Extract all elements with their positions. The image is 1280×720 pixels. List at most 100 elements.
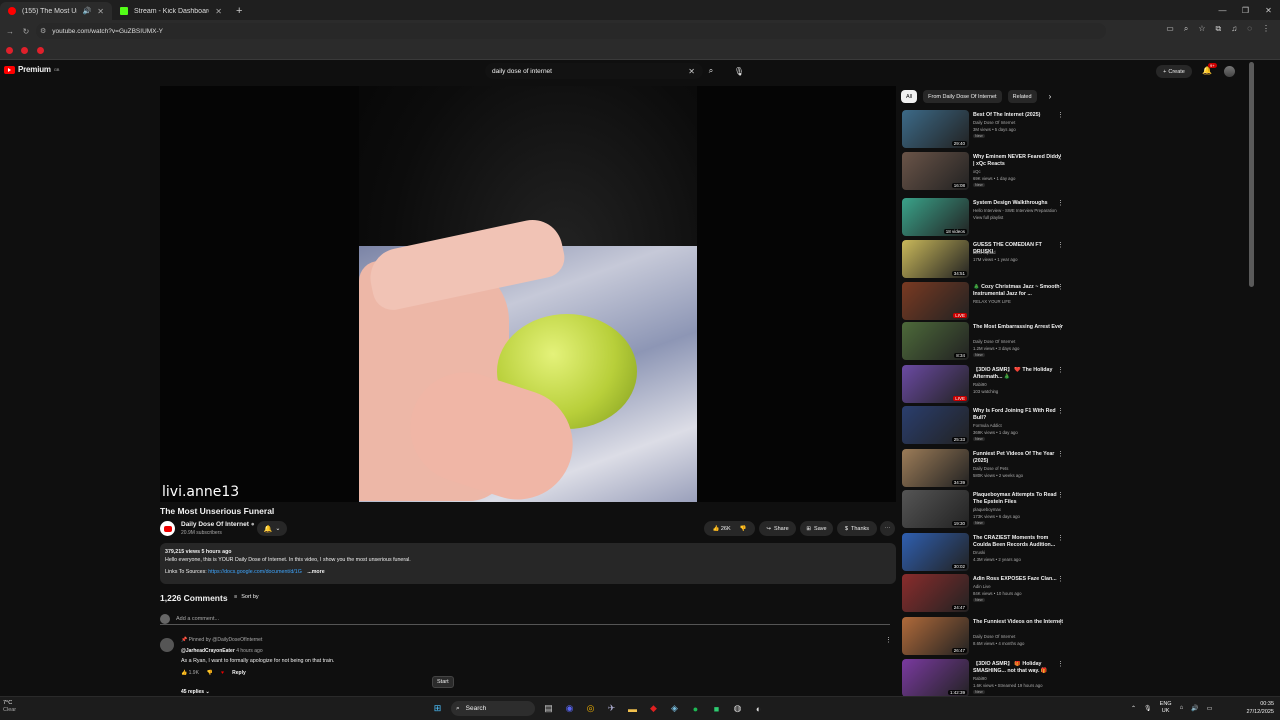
recommendation-item[interactable]: 34:39 Funniest Pet Videos Of The Year (20… [902,449,1068,489]
recommendation-menu-icon[interactable]: ⋮ [1057,241,1064,249]
profile-icon[interactable]: ◌ [1247,24,1252,34]
recommendation-menu-icon[interactable]: ⋮ [1057,618,1064,626]
new-tab-button[interactable]: + [230,2,248,20]
url-field[interactable]: ⚙ youtube.com/watch?v=GuZBSIUMX-Y [36,23,1106,39]
network-icon[interactable]: ⌂ [1180,705,1184,711]
account-avatar[interactable] [1224,66,1235,77]
like-button[interactable]: 👍 26K [712,526,730,532]
video-thumbnail[interactable]: 16:08 [902,152,969,190]
sources-link[interactable]: https://docs.google.com/document/d/1G [208,569,302,575]
recommendation-item[interactable]: 30:02 The CRAZIEST Moments from Coulda Be… [902,533,1068,573]
discord-icon[interactable]: ◉ [562,701,577,716]
subscribed-bell-button[interactable]: 🔔 ⌄ [257,521,287,536]
add-comment-field[interactable]: Add a comment... [160,613,890,625]
recommendation-menu-icon[interactable]: ⋮ [1057,153,1064,161]
clear-search-icon[interactable]: ✕ [688,67,695,76]
thanks-button[interactable]: $ Thanks [837,521,877,536]
recommendation-menu-icon[interactable]: ⋮ [1057,366,1064,374]
bookmark-youtube-icon[interactable] [37,47,44,54]
recommendation-menu-icon[interactable]: ⋮ [1057,491,1064,499]
zoom-icon[interactable]: ⌕ [1184,24,1188,34]
comment-menu-icon[interactable]: ⋮ [885,636,892,644]
recommendation-item[interactable]: 18 videos System Design Walkthroughs Hello… [902,198,1068,238]
scrollbar-thumb[interactable] [1249,62,1254,287]
recommendation-item[interactable]: 19:30 Plaqueboymax Attempts To Read The E… [902,490,1068,530]
video-thumbnail[interactable]: 1:42:39 [902,659,969,697]
recommendation-item[interactable]: 29:40 Best Of The Internet (2025) Daily Do… [902,110,1068,150]
audio-icon[interactable]: 🔊 [83,7,92,15]
recommendation-item[interactable]: 16:08 Why Eminem NEVER Feared Diddy | xQc… [902,152,1068,192]
close-tab-icon[interactable]: ✕ [97,7,104,16]
recommendation-menu-icon[interactable]: ⋮ [1057,283,1064,291]
video-thumbnail[interactable]: 26:47 [902,617,969,655]
video-thumbnail[interactable]: 25:33 [902,406,969,444]
recommendation-menu-icon[interactable]: ⋮ [1057,450,1064,458]
close-tab-icon[interactable]: ✕ [215,7,222,16]
chevron-right-icon[interactable]: › [1049,92,1052,101]
app-icon[interactable]: ◐ [751,701,766,716]
chevron-up-icon[interactable]: ⌃ [1131,705,1136,712]
recommendation-item[interactable]: 24:47 Adin Ross EXPOSES Faze Clan... Adin … [902,574,1068,614]
recommendation-item[interactable]: 26:47 The Funniest Videos on the Internet… [902,617,1068,657]
commenter-avatar[interactable] [160,638,174,652]
game-icon[interactable]: ■ [709,701,724,716]
description-box[interactable]: 379,215 views 5 hours ago Hello everyone… [160,543,896,584]
dislike-button[interactable]: 👎 [740,526,747,532]
media-icon[interactable]: ♫ [1231,24,1237,34]
video-player[interactable]: livi.anne13 [160,86,896,502]
microphone-icon[interactable]: 🎙 [731,63,747,79]
search-icon[interactable]: ⌕ [703,63,719,79]
chip-all[interactable]: All [901,90,918,103]
taskbar-search[interactable]: ⌕ Search [451,701,535,716]
comment-dislike-button[interactable]: 👎 [207,670,213,676]
microphone-icon[interactable]: 🎙 [1144,705,1152,712]
comment-author[interactable]: @JarheadCrayonEater 4 hours ago [181,648,263,654]
video-thumbnail[interactable]: 8:34 [902,322,969,360]
app-icon[interactable]: ◈ [667,701,682,716]
share-button[interactable]: ↪ Share [759,521,796,536]
view-replies-button[interactable]: 45 replies ⌄ [181,689,210,695]
reply-button[interactable]: Reply [232,670,246,676]
browser-tab-kick[interactable]: Stream - Kick Dashboard ✕ [112,2,230,20]
chrome-icon[interactable]: ◎ [583,701,598,716]
battery-icon[interactable]: ▭ [1207,705,1213,712]
forward-icon[interactable]: → [4,27,16,36]
video-thumbnail[interactable]: 19:30 [902,490,969,528]
video-thumbnail[interactable]: 29:40 [902,110,969,148]
bookmark-star-icon[interactable]: ☆ [1198,24,1205,34]
channel-avatar[interactable] [160,521,175,536]
bookmark-youtube-icon[interactable] [6,47,13,54]
recommendation-item[interactable]: 25:33 Why Is Ford Joining F1 With Red Bul… [902,406,1068,446]
weather-widget[interactable]: 7°C Clear [3,700,16,714]
sort-comments-button[interactable]: ≡ Sort by [234,594,259,600]
extensions-icon[interactable]: ⧉ [1216,24,1222,34]
recommendation-menu-icon[interactable]: ⋮ [1057,534,1064,542]
save-button[interactable]: ⊞ Save [800,521,833,536]
page-scrollbar[interactable] [1249,62,1254,687]
restore-icon[interactable]: ❐ [1234,0,1257,20]
steam-icon[interactable]: ✈ [604,701,619,716]
channel-name[interactable]: Daily Dose Of Internet ● [181,521,255,528]
create-button[interactable]: + Create [1156,65,1192,78]
chip-related[interactable]: Related [1007,90,1037,103]
recommendation-menu-icon[interactable]: ⋮ [1057,199,1064,207]
reload-icon[interactable]: ↻ [20,27,32,36]
bookmark-youtube-icon[interactable] [21,47,28,54]
video-thumbnail[interactable]: 18 videos [902,198,969,236]
obs-icon[interactable]: ◍ [730,701,745,716]
recommendation-menu-icon[interactable]: ⋮ [1057,111,1064,119]
language-indicator[interactable]: ENG UK [1160,701,1172,715]
video-thumbnail[interactable]: LIVE [902,282,969,320]
search-input[interactable]: daily dose of internet ✕ [485,63,703,79]
video-thumbnail[interactable]: 30:02 [902,533,969,571]
menu-icon[interactable]: ⋮ [1262,24,1270,34]
video-thumbnail[interactable]: 34:39 [902,449,969,487]
recommendation-item[interactable]: LIVE 【3DIO ASMR】 ❤️ The Holiday Aftermath… [902,365,1068,405]
site-info-icon[interactable]: ⚙ [40,27,46,35]
video-thumbnail[interactable]: LIVE [902,365,969,403]
browser-tab-youtube[interactable]: (155) The Most Unserious F 🔊 ✕ [0,2,112,20]
clock[interactable]: 00:35 27/12/2025 [1246,700,1274,716]
comment-like-button[interactable]: 👍 1.9K [181,670,199,676]
spotify-icon[interactable]: ● [688,701,703,716]
recommendation-item[interactable]: 8:34 The Most Embarrassing Arrest Ever Dai… [902,322,1068,362]
